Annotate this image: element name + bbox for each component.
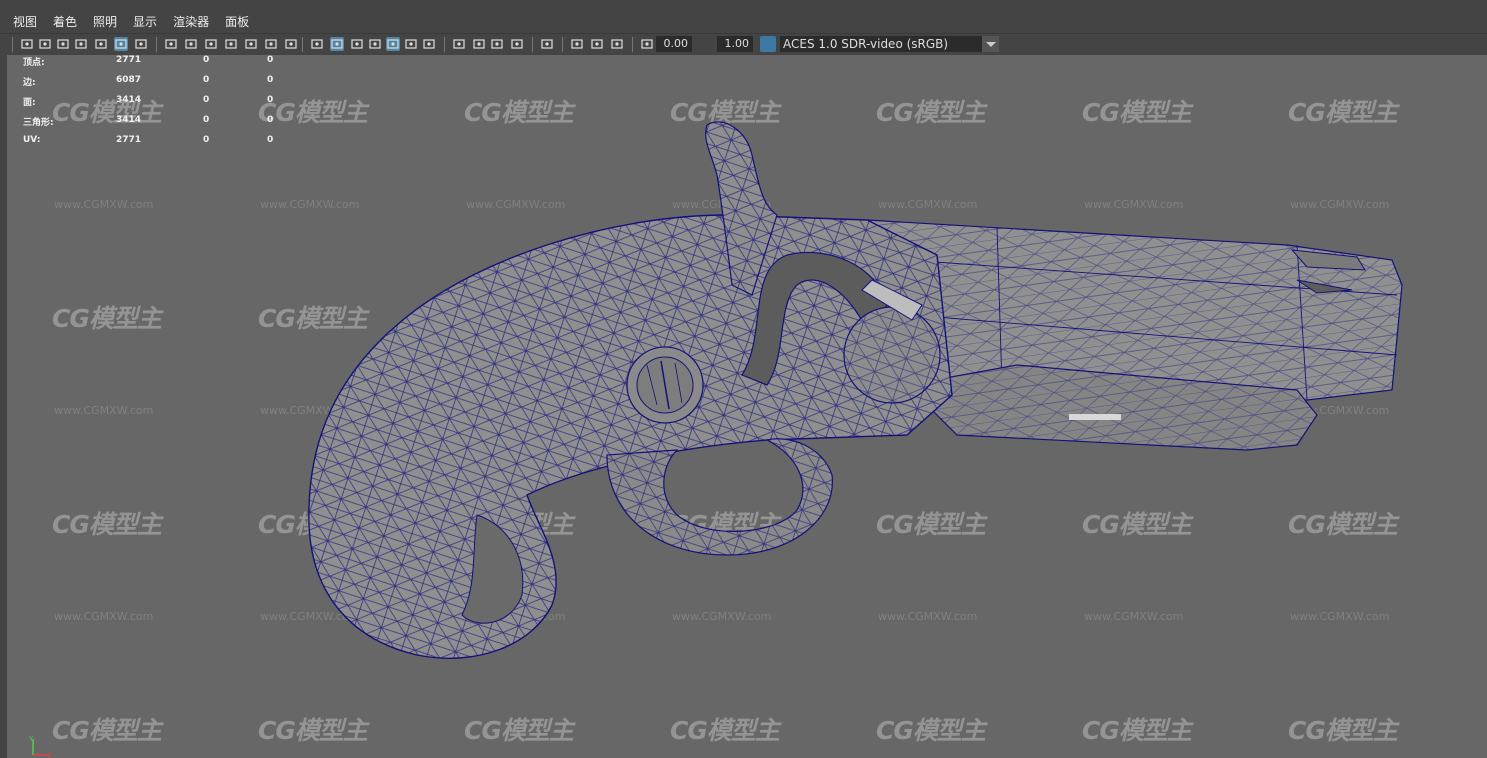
hud-label: 三角形: xyxy=(23,118,54,128)
default-material-icon[interactable] xyxy=(330,37,344,51)
toolbar-separator xyxy=(156,37,157,52)
wireframe-icon[interactable] xyxy=(284,37,298,51)
safe-action-icon[interactable] xyxy=(244,37,258,51)
hud-value: 0 xyxy=(267,135,274,145)
safe-title-icon[interactable] xyxy=(264,37,278,51)
camera-attributes-icon[interactable] xyxy=(38,37,52,51)
depth-of-field-icon[interactable] xyxy=(490,37,504,51)
menu-item-0[interactable]: 视图 xyxy=(6,14,44,30)
menu-item-4[interactable]: 渲染器 xyxy=(166,14,216,30)
bookmark-icon[interactable] xyxy=(56,37,70,51)
menu-item-2[interactable]: 照明 xyxy=(86,14,124,30)
menu-items: 视图 着色 照明 显示 渲染器 面板 xyxy=(6,14,256,30)
hud-value: 0 xyxy=(267,75,274,85)
toolbar-separator xyxy=(562,37,563,52)
axis-x-label: X xyxy=(47,752,52,758)
hud-value: 2771 xyxy=(116,135,142,145)
viewport-menubar: 视图 着色 照明 显示 渲染器 面板 xyxy=(0,0,1487,33)
toolbar-separator xyxy=(444,37,445,52)
hud-label: 面: xyxy=(23,98,36,108)
use-all-lights-icon[interactable] xyxy=(386,37,400,51)
axis-indicator-icon: Y X xyxy=(28,735,52,758)
backface-culling-icon[interactable] xyxy=(590,37,604,51)
isolate-select-icon[interactable] xyxy=(510,37,524,51)
hud-value: 6087 xyxy=(116,75,142,85)
xray-active-components-icon[interactable] xyxy=(570,37,584,51)
hud-value: 0 xyxy=(203,115,210,125)
toolbar-separator xyxy=(632,37,633,52)
hud-value: 3414 xyxy=(116,115,142,125)
hud-value: 0 xyxy=(267,55,274,65)
hud-value: 3414 xyxy=(116,95,142,105)
motion-blur-icon[interactable] xyxy=(452,37,466,51)
axis-y-label: Y xyxy=(28,735,34,743)
resolution-gate-icon[interactable] xyxy=(184,37,198,51)
toolbar-separator xyxy=(12,37,13,52)
3d-viewport[interactable]: CG模型主 CG模型主 CG模型主 CG模型主 CG模型主 CG模型主 CG模型主 CG模型主… xyxy=(7,55,1487,758)
toolbar-separator xyxy=(302,37,303,52)
menu-item-1[interactable]: 着色 xyxy=(46,14,84,30)
film-gate-icon[interactable] xyxy=(164,37,178,51)
pistol-model[interactable] xyxy=(7,55,1487,758)
hud-value: 0 xyxy=(203,95,210,105)
2d-pan-zoom-icon[interactable] xyxy=(94,37,108,51)
hud-value: 0 xyxy=(267,115,274,125)
color-space-select[interactable]: ACES 1.0 SDR-video (sRGB) xyxy=(780,36,982,52)
image-plane-icon[interactable] xyxy=(74,37,88,51)
hud-value: 0 xyxy=(203,75,210,85)
hud-label: 边: xyxy=(23,78,36,88)
shadows-icon[interactable] xyxy=(404,37,418,51)
viewport-toolbar: 0.00 1.00 ACES 1.0 SDR-video (sRGB) xyxy=(0,33,1487,55)
menu-item-3[interactable]: 显示 xyxy=(126,14,164,30)
grease-pencil-icon[interactable] xyxy=(114,37,128,51)
exposure-field[interactable]: 0.00 xyxy=(656,36,692,52)
hud-label: UV: xyxy=(23,135,41,145)
multisample-aa-icon[interactable] xyxy=(472,37,486,51)
trigger-guard[interactable] xyxy=(606,438,833,556)
hud-label: 顶点: xyxy=(23,58,45,68)
menu-item-5[interactable]: 面板 xyxy=(218,14,256,30)
chevron-down-icon[interactable] xyxy=(982,36,999,52)
gate-mask-icon[interactable] xyxy=(204,37,218,51)
color-management-icon[interactable] xyxy=(760,36,776,52)
screen-space-ao-icon[interactable] xyxy=(422,37,436,51)
smooth-shade-icon[interactable] xyxy=(310,37,324,51)
xray-icon[interactable] xyxy=(368,37,382,51)
hud-value: 2771 xyxy=(116,55,142,65)
hud-value: 0 xyxy=(267,95,274,105)
xray-joints-icon[interactable] xyxy=(540,37,554,51)
gamma-field[interactable]: 1.00 xyxy=(717,36,753,52)
wireframe-on-shaded-icon[interactable] xyxy=(350,37,364,51)
field-chart-icon[interactable] xyxy=(224,37,238,51)
grid-icon[interactable] xyxy=(134,37,148,51)
hud-value: 0 xyxy=(203,135,210,145)
exposure-icon[interactable] xyxy=(610,37,624,51)
toolbar-separator xyxy=(532,37,533,52)
gamma-icon[interactable] xyxy=(640,37,654,51)
hud-value: 0 xyxy=(203,55,210,65)
camera-select-icon[interactable] xyxy=(20,37,34,51)
